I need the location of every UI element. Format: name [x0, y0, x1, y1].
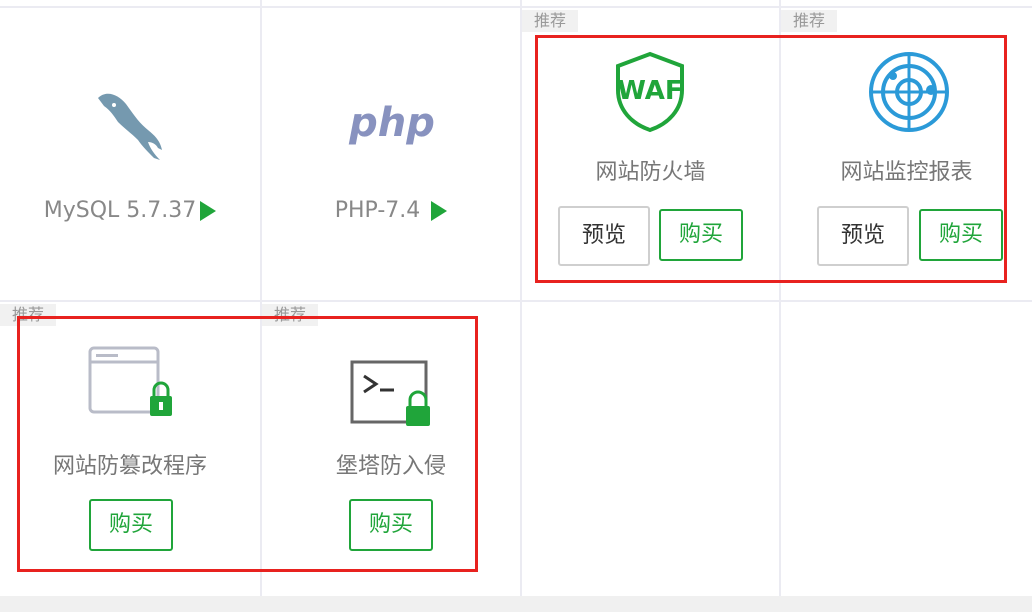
php-version-label: PHP-7.4 — [334, 198, 421, 223]
terminal-lock-icon — [350, 360, 430, 426]
waf-preview-button[interactable]: 预览 — [558, 206, 650, 266]
waf-buy-button[interactable]: 购买 — [659, 209, 743, 261]
monitor-radar-icon — [869, 52, 949, 132]
recommend-tag: 推荐 — [262, 304, 319, 326]
card-intrusion[interactable]: 推荐 堡塔防入侵 购买 — [262, 302, 520, 596]
recommend-tag: 推荐 — [0, 304, 57, 326]
play-triangle-icon[interactable] — [431, 201, 448, 221]
play-triangle-icon[interactable] — [200, 201, 217, 221]
tamper-buy-button[interactable]: 购买 — [89, 499, 173, 551]
card-monitor-title: 网站监控报表 — [840, 160, 973, 185]
card-waf-title: 网站防火墙 — [595, 160, 706, 185]
card-mysql-name: MySQL 5.7.37 — [0, 198, 260, 223]
card-waf[interactable]: 推荐 WAF 网站防火墙 预览 购买 — [522, 8, 779, 300]
browser-lock-icon — [88, 346, 172, 416]
recommend-tag: 推荐 — [781, 10, 838, 32]
monitor-buy-button[interactable]: 购买 — [919, 209, 1003, 261]
php-logo-icon: php — [349, 100, 435, 146]
card-mysql[interactable]: MySQL 5.7.37 — [0, 8, 260, 300]
card-php-name: PHP-7.4 — [262, 198, 520, 223]
monitor-preview-button[interactable]: 预览 — [817, 206, 909, 266]
card-intrusion-title: 堡塔防入侵 — [335, 454, 446, 479]
card-tamper-title: 网站防篡改程序 — [52, 454, 207, 479]
mysql-dolphin-icon — [98, 93, 162, 160]
intrusion-buy-button[interactable]: 购买 — [349, 499, 433, 551]
mysql-version-label: MySQL 5.7.37 — [43, 198, 197, 223]
card-monitor[interactable]: 推荐 网站监控报表 预览 购买 — [781, 8, 1032, 300]
waf-logo-text: WAF — [617, 76, 683, 106]
recommend-tag: 推荐 — [522, 10, 579, 32]
card-php[interactable]: php PHP-7.4 — [262, 8, 520, 300]
card-tamper[interactable]: 推荐 网站防篡改程序 购买 — [0, 302, 260, 596]
